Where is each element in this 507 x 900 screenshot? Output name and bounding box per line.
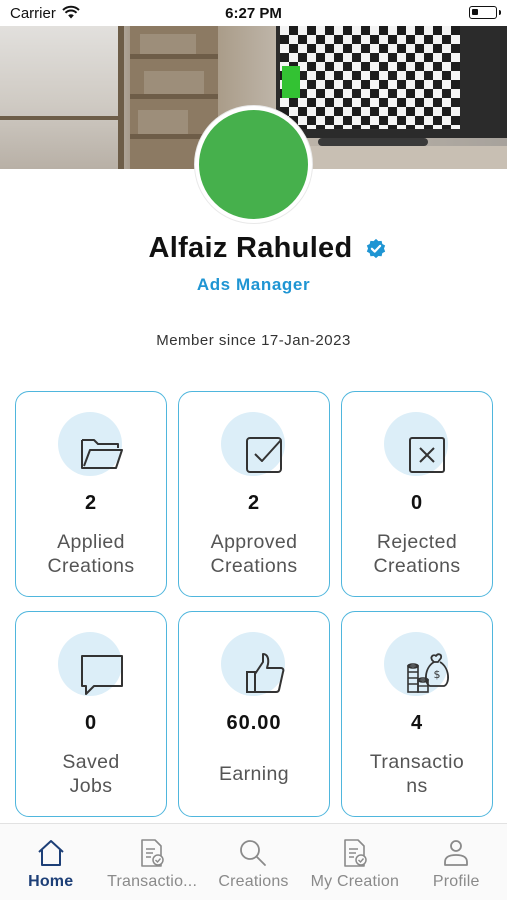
battery-icon: [469, 6, 501, 19]
tab-label: Home: [28, 873, 74, 890]
stat-card-earning[interactable]: 60.00 Earning: [178, 611, 330, 817]
stat-card-approved-creations[interactable]: 2 Approved Creations: [178, 391, 330, 597]
money-bag-icon: $: [407, 653, 449, 693]
stat-count: 2: [247, 492, 261, 514]
search-icon: [240, 840, 267, 866]
close-box-icon: [409, 437, 445, 473]
profile-name-row: Alfaiz Rahuled: [0, 232, 507, 265]
stat-card-rejected-creations[interactable]: 0 Rejected Creations: [341, 391, 493, 597]
tab-creations[interactable]: Creations: [203, 824, 304, 900]
stat-label: Saved Jobs: [62, 751, 120, 797]
stat-count: 0: [410, 492, 424, 514]
chat-bubble-icon: [81, 655, 123, 695]
tab-label: My Creation: [310, 873, 400, 890]
thumbs-up-icon: [246, 653, 285, 693]
stat-label: Approved Creations: [210, 531, 298, 577]
tab-profile[interactable]: Profile: [406, 824, 507, 900]
svg-text:$: $: [434, 668, 441, 681]
bottom-tab-bar: Home Transactio... Creations My Creation: [0, 823, 507, 900]
folder-icon: [81, 439, 123, 469]
home-icon: [38, 840, 64, 866]
stat-count: 60.00: [226, 712, 282, 734]
clock: 6:27 PM: [225, 5, 282, 22]
tab-home[interactable]: Home: [0, 824, 101, 900]
member-since: Member since 17-Jan-2023: [156, 332, 351, 349]
avatar[interactable]: [195, 106, 312, 223]
tab-label: Profile: [432, 873, 480, 890]
document-icon: [141, 839, 164, 867]
stat-card-applied-creations[interactable]: 2 Applied Creations: [15, 391, 167, 597]
profile-name: Alfaiz Rahuled: [148, 232, 353, 264]
stat-count: 0: [84, 712, 98, 734]
stat-label: Transactio ns: [369, 751, 465, 797]
stat-card-transactions[interactable]: $ 4 Transactio ns: [341, 611, 493, 817]
document-icon: [344, 839, 367, 867]
stat-label: Earning: [218, 763, 289, 785]
stat-count: 2: [84, 492, 98, 514]
tab-label: Transactio...: [107, 873, 198, 890]
status-bar: Carrier 6:27 PM: [0, 0, 507, 26]
stat-count: 4: [410, 712, 424, 734]
verified-badge-icon: [366, 238, 385, 258]
tab-label: Creations: [218, 873, 289, 890]
stat-label: Rejected Creations: [373, 531, 461, 577]
stat-card-saved-jobs[interactable]: 0 Saved Jobs: [15, 611, 167, 817]
tab-my-creation[interactable]: My Creation: [304, 824, 405, 900]
checkbox-icon: [246, 437, 282, 473]
person-icon: [444, 840, 469, 866]
tab-transactions[interactable]: Transactio...: [101, 824, 202, 900]
stat-label: Applied Creations: [47, 531, 135, 577]
profile-role: Ads Manager: [196, 275, 311, 294]
